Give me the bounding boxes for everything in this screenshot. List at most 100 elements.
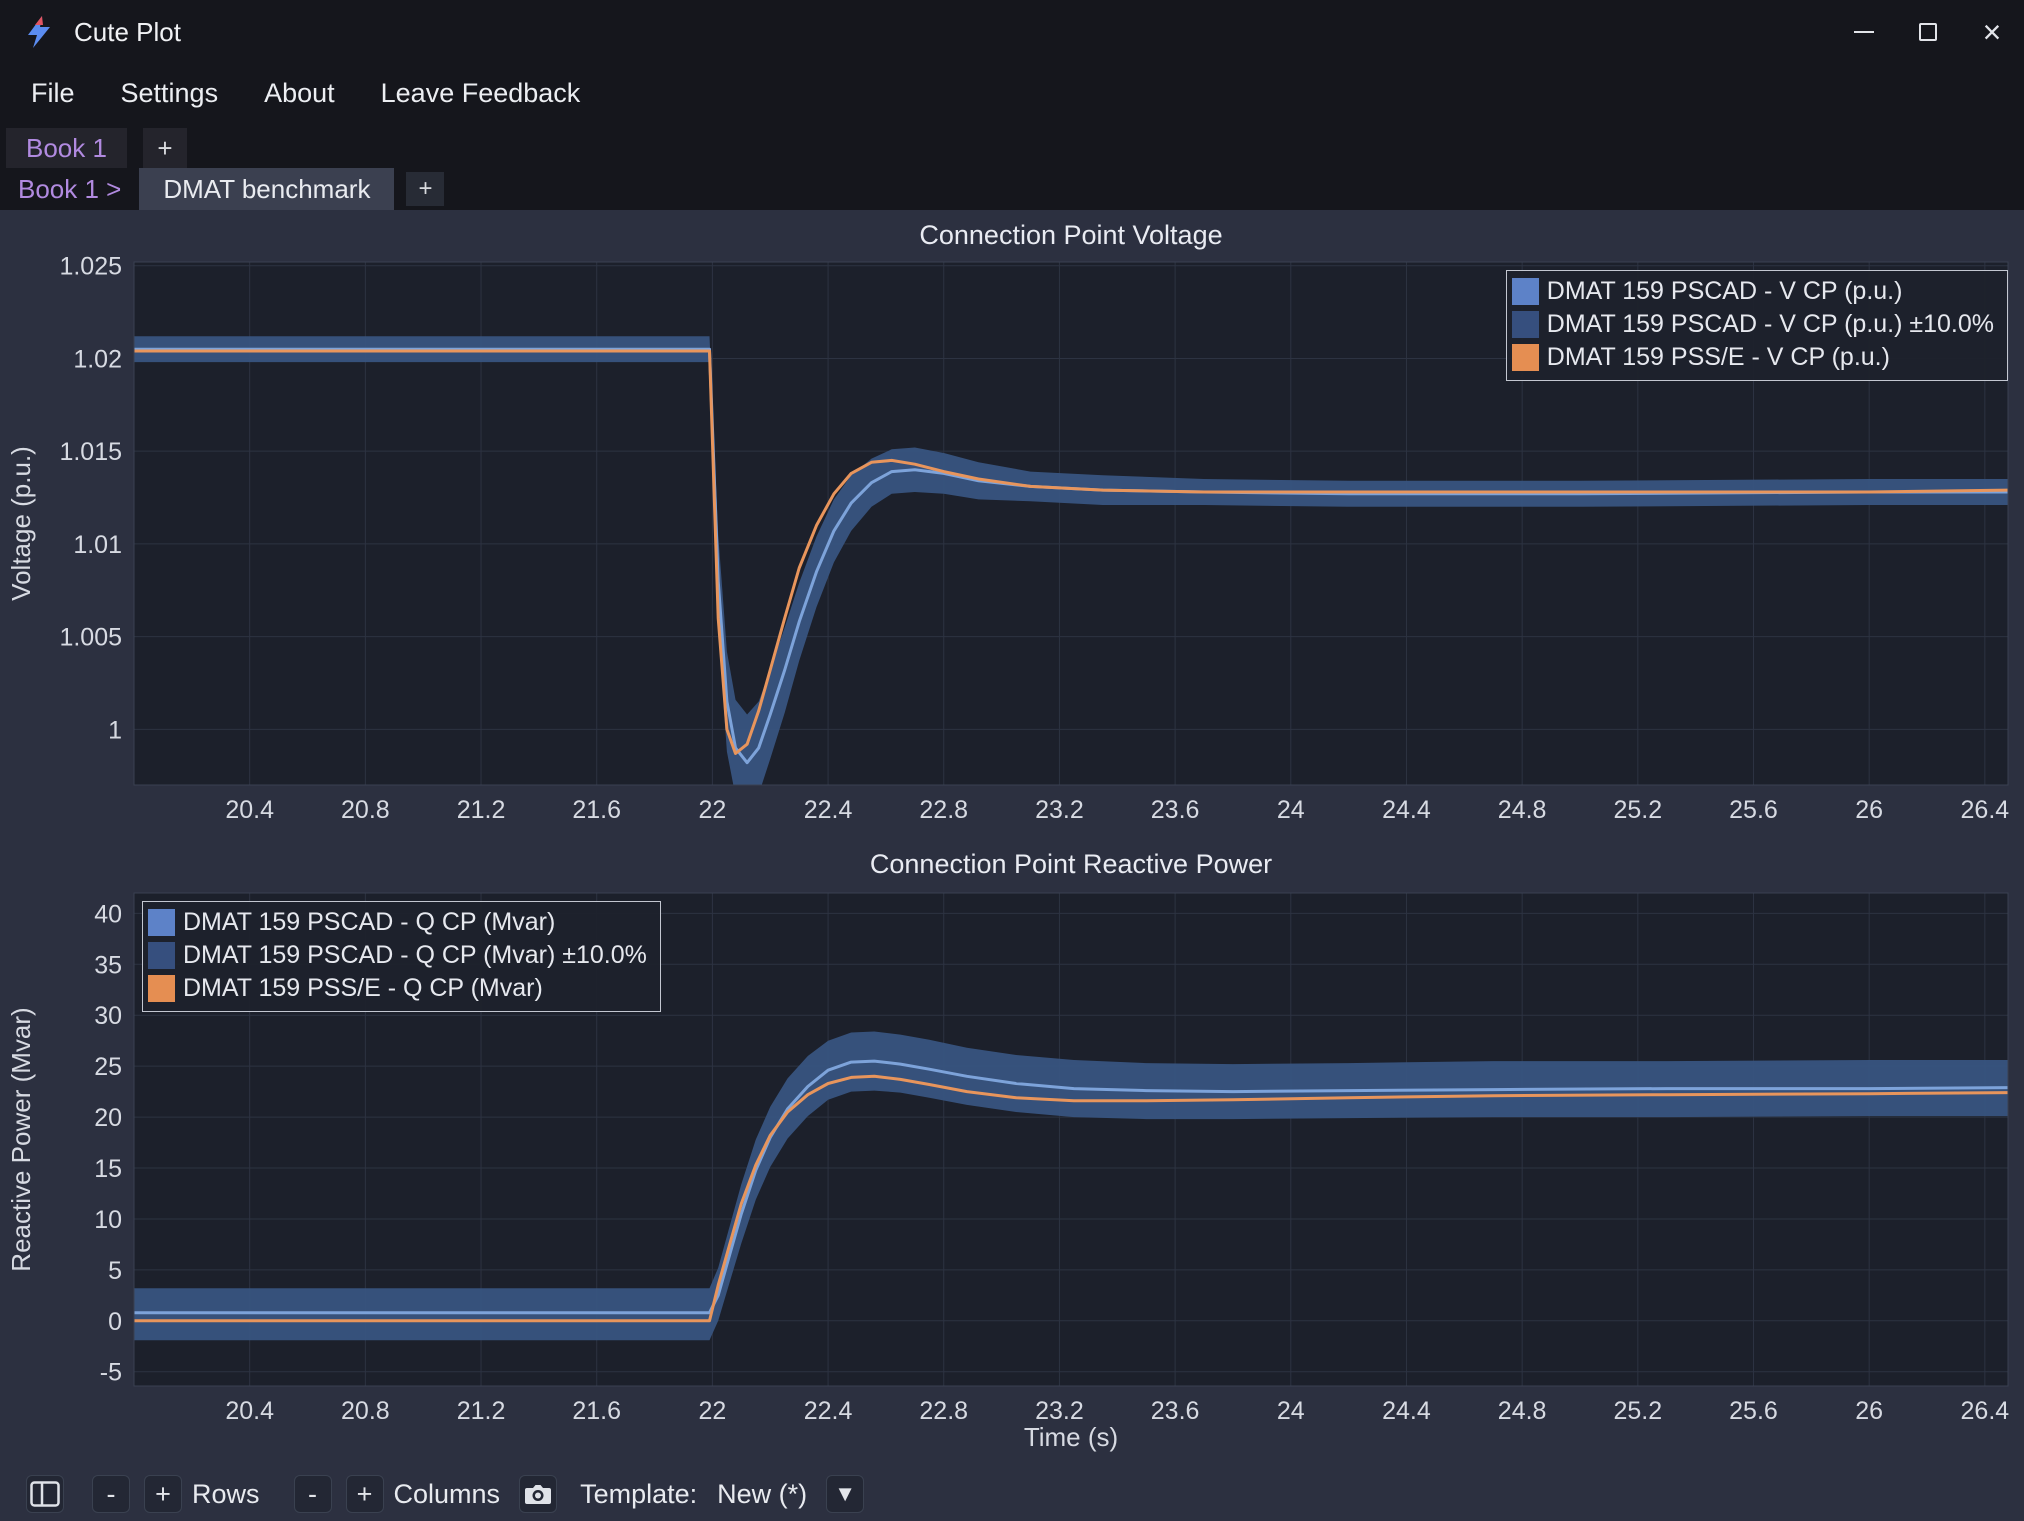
x-tick-label: 24.4 — [1382, 796, 1431, 824]
legend-label: DMAT 159 PSCAD - V CP (p.u.) — [1547, 275, 1903, 308]
x-tick-label: 22.4 — [804, 796, 853, 824]
legend-entry: DMAT 159 PSS/E - V CP (p.u.) — [1512, 341, 1994, 374]
y-tick-label: 35 — [94, 951, 122, 979]
add-sheet-button[interactable]: + — [406, 172, 444, 206]
legend-swatch — [1512, 344, 1539, 371]
y-axis-label: Voltage (p.u.) — [6, 446, 36, 601]
menu-leave-feedback[interactable]: Leave Feedback — [358, 64, 604, 122]
panel-split-icon — [30, 1481, 60, 1507]
y-tick-label: 1.025 — [59, 253, 122, 281]
x-tick-label: 22.8 — [919, 1397, 968, 1425]
legend-entry: DMAT 159 PSS/E - Q CP (Mvar) — [148, 972, 647, 1005]
columns-minus-button[interactable]: - — [294, 1475, 332, 1513]
reactive-power-legend: DMAT 159 PSCAD - Q CP (Mvar)DMAT 159 PSC… — [142, 901, 661, 1012]
x-tick-label: 25.6 — [1729, 1397, 1778, 1425]
voltage-legend: DMAT 159 PSCAD - V CP (p.u.)DMAT 159 PSC… — [1506, 270, 2008, 381]
legend-entry: DMAT 159 PSCAD - V CP (p.u.) — [1512, 275, 1994, 308]
x-tick-label: 23.2 — [1035, 1397, 1084, 1425]
legend-label: DMAT 159 PSS/E - V CP (p.u.) — [1547, 341, 1890, 374]
y-tick-label: 1.005 — [59, 624, 122, 652]
legend-swatch — [148, 942, 175, 969]
x-tick-label: 22 — [698, 796, 726, 824]
chart-title: Connection Point Reactive Power — [870, 849, 1272, 879]
menu-file[interactable]: File — [8, 64, 98, 122]
x-tick-label: 21.2 — [457, 1397, 506, 1425]
x-tick-label: 22.8 — [919, 796, 968, 824]
y-tick-label: 1 — [108, 716, 122, 744]
y-tick-label: 0 — [108, 1308, 122, 1336]
tab-book-1[interactable]: Book 1 — [6, 128, 127, 168]
x-tick-label: 25.6 — [1729, 796, 1778, 824]
template-value[interactable]: New (*) — [717, 1479, 807, 1510]
legend-entry: DMAT 159 PSCAD - Q CP (Mvar) ±10.0% — [148, 939, 647, 972]
x-tick-label: 25.2 — [1613, 796, 1662, 824]
y-tick-label: 1.01 — [73, 531, 122, 559]
titlebar: Cute Plot × — [0, 0, 2024, 64]
x-tick-label: 24 — [1277, 796, 1305, 824]
x-tick-label: 21.2 — [457, 796, 506, 824]
legend-entry: DMAT 159 PSCAD - V CP (p.u.) ±10.0% — [1512, 308, 1994, 341]
x-tick-label: 25.2 — [1613, 1397, 1662, 1425]
breadcrumb-book-1[interactable]: Book 1 > — [0, 168, 139, 210]
book-tab-bar: Book 1 + — [0, 122, 2024, 168]
menu-about[interactable]: About — [241, 64, 358, 122]
maximize-button[interactable] — [1896, 0, 1960, 64]
legend-label: DMAT 159 PSCAD - Q CP (Mvar) ±10.0% — [183, 939, 647, 972]
x-tick-label: 20.8 — [341, 1397, 390, 1425]
y-tick-label: 25 — [94, 1053, 122, 1081]
columns-plus-button[interactable]: + — [346, 1475, 384, 1513]
x-tick-label: 24.4 — [1382, 1397, 1431, 1425]
x-tick-label: 21.6 — [572, 1397, 621, 1425]
y-tick-label: 1.02 — [73, 345, 122, 373]
columns-label: Columns — [394, 1479, 501, 1510]
x-tick-label: 24.8 — [1498, 796, 1547, 824]
minimize-button[interactable] — [1832, 0, 1896, 64]
rows-label: Rows — [192, 1479, 260, 1510]
x-tick-label: 23.6 — [1151, 796, 1200, 824]
x-tick-label: 22 — [698, 1397, 726, 1425]
app-window: Cute Plot × File Settings About Leave Fe… — [0, 0, 2024, 1521]
voltage-chart: 20.420.821.221.62222.422.823.223.62424.4… — [0, 210, 2024, 835]
sheet-tab-bar: Book 1 > DMAT benchmark + — [0, 168, 2024, 210]
legend-swatch — [1512, 311, 1539, 338]
screenshot-button[interactable] — [519, 1475, 557, 1513]
y-tick-label: 40 — [94, 900, 122, 928]
x-tick-label: 23.6 — [1151, 1397, 1200, 1425]
template-label: Template: — [580, 1479, 697, 1510]
y-tick-label: 1.015 — [59, 438, 122, 466]
x-tick-label: 26 — [1855, 796, 1883, 824]
chart-grid: 20.4 20.8 21.2 21.6 22 22.4 22.8 23.2 23.6 24 24.4… — [0, 210, 2024, 1457]
y-tick-label: -5 — [100, 1359, 122, 1387]
legend-swatch — [148, 909, 175, 936]
y-axis-label: Reactive Power (Mvar) — [6, 1007, 36, 1271]
y-tick-label: 5 — [108, 1257, 122, 1285]
close-button[interactable]: × — [1960, 0, 2024, 64]
y-tick-label: 10 — [94, 1206, 122, 1234]
x-axis-label: Time (s) — [1024, 1422, 1118, 1452]
rows-minus-button[interactable]: - — [92, 1475, 130, 1513]
x-tick-label: 26.4 — [1961, 796, 2010, 824]
legend-entry: DMAT 159 PSCAD - Q CP (Mvar) — [148, 906, 647, 939]
camera-icon — [523, 1482, 553, 1506]
tab-dmat-benchmark[interactable]: DMAT benchmark — [139, 168, 394, 210]
add-book-button[interactable]: + — [143, 128, 187, 168]
menu-settings[interactable]: Settings — [98, 64, 242, 122]
x-tick-label: 26.4 — [1961, 1397, 2010, 1425]
rows-plus-button[interactable]: + — [144, 1475, 182, 1513]
legend-label: DMAT 159 PSCAD - Q CP (Mvar) — [183, 906, 555, 939]
template-dropdown-button[interactable]: ▼ — [826, 1475, 864, 1513]
legend-label: DMAT 159 PSS/E - Q CP (Mvar) — [183, 972, 543, 1005]
x-tick-label: 26 — [1855, 1397, 1883, 1425]
bottom-toolbar: - + Rows - + Columns Template: New (*) ▼ — [0, 1457, 2024, 1521]
menubar: File Settings About Leave Feedback — [0, 64, 2024, 122]
maximize-icon — [1919, 23, 1937, 41]
chart-title: Connection Point Voltage — [919, 220, 1222, 250]
x-tick-label: 20.4 — [225, 1397, 274, 1425]
legend-label: DMAT 159 PSCAD - V CP (p.u.) ±10.0% — [1547, 308, 1994, 341]
x-tick-label: 20.8 — [341, 796, 390, 824]
window-controls: × — [1832, 0, 2024, 64]
layout-panel-icon[interactable] — [26, 1475, 64, 1513]
y-tick-label: 30 — [94, 1002, 122, 1030]
x-tick-label: 24.8 — [1498, 1397, 1547, 1425]
reactive-power-chart: 20.420.821.221.62222.422.823.223.62424.4… — [0, 835, 2024, 1457]
